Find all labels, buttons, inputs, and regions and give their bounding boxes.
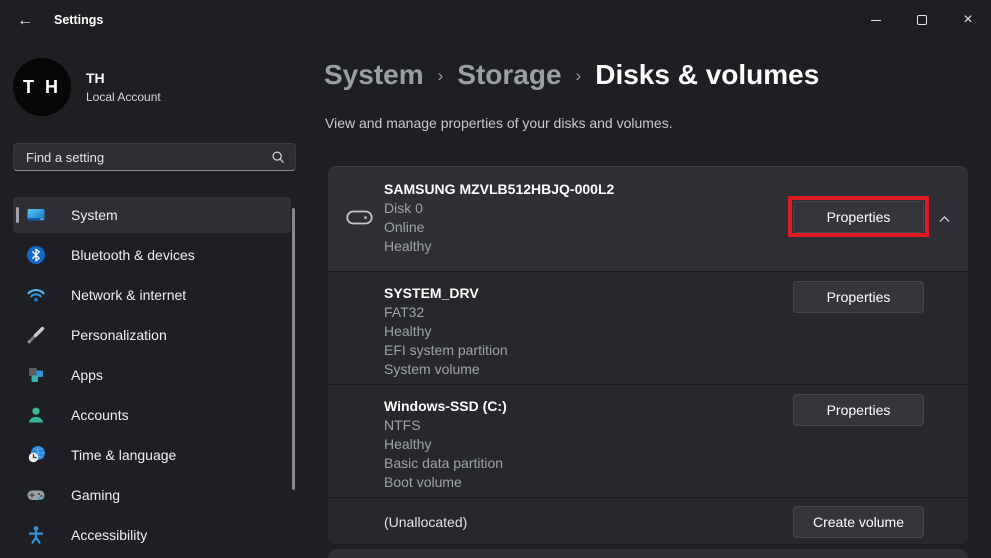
disk-line: Disk 0: [384, 199, 614, 218]
volume-row-unallocated: (Unallocated) Create volume: [328, 497, 968, 544]
maximize-button[interactable]: [899, 0, 945, 40]
sidebar-item-network-internet[interactable]: Network & internet: [13, 277, 291, 313]
page-description: View and manage properties of your disks…: [325, 115, 673, 131]
volume-info: Windows-SSD (C:) NTFS Healthy Basic data…: [384, 397, 507, 492]
breadcrumb-item-storage[interactable]: Storage: [457, 59, 561, 91]
account-name: TH: [86, 70, 161, 86]
volume-title: Windows-SSD (C:): [384, 397, 507, 416]
sidebar-item-apps[interactable]: Apps: [13, 357, 291, 393]
close-icon: ×: [963, 12, 972, 28]
account-type: Local Account: [86, 90, 161, 104]
sidebar-item-label: Gaming: [71, 487, 120, 503]
volume-row-windows-ssd: Windows-SSD (C:) NTFS Healthy Basic data…: [328, 384, 968, 497]
breadcrumb-item-system[interactable]: System: [324, 59, 424, 91]
volume-line: Boot volume: [384, 473, 507, 492]
sidebar-item-label: System: [71, 207, 118, 223]
accessibility-icon: [26, 525, 46, 545]
disk-title: SAMSUNG MZVLB512HBJQ-000L2: [384, 180, 614, 199]
apps-icon: [26, 365, 46, 385]
disk-properties-button[interactable]: Properties: [793, 201, 924, 233]
system-icon: [26, 205, 46, 225]
volume-line: Basic data partition: [384, 454, 507, 473]
window-title: Settings: [54, 0, 103, 40]
collapse-chevron-up-icon[interactable]: [934, 209, 954, 229]
sidebar-item-accounts[interactable]: Accounts: [13, 397, 291, 433]
account-profile[interactable]: T H TH Local Account: [13, 56, 303, 118]
avatar: T H: [13, 58, 71, 116]
disk-line: Online: [384, 218, 614, 237]
minimize-icon: [871, 20, 881, 21]
time-language-icon: [26, 445, 46, 465]
disk-line: Healthy: [384, 237, 614, 256]
volume-line: Healthy: [384, 322, 508, 341]
settings-window: ← Settings × T H TH Local Account System: [0, 0, 991, 558]
maximize-icon: [917, 15, 927, 25]
back-button[interactable]: ←: [8, 8, 42, 34]
personalization-icon: [26, 325, 46, 345]
next-disk-card-partial[interactable]: [328, 549, 968, 558]
sidebar-item-label: Bluetooth & devices: [71, 247, 195, 263]
sidebar-nav: System Bluetooth & devices Network & int…: [0, 197, 303, 557]
sidebar-item-label: Time & language: [71, 447, 176, 463]
volume-line: System volume: [384, 360, 508, 379]
disk-header-row[interactable]: SAMSUNG MZVLB512HBJQ-000L2 Disk 0 Online…: [328, 166, 968, 271]
chevron-right-icon: ›: [438, 66, 444, 86]
back-icon: ←: [17, 12, 33, 30]
search-icon: [271, 150, 285, 164]
window-controls: ×: [853, 0, 991, 40]
sidebar-item-label: Apps: [71, 367, 103, 383]
sidebar-item-bluetooth-devices[interactable]: Bluetooth & devices: [13, 237, 291, 273]
network-icon: [26, 285, 46, 305]
sidebar-item-time-language[interactable]: Time & language: [13, 437, 291, 473]
sidebar-item-label: Personalization: [71, 327, 167, 343]
disk-info: SAMSUNG MZVLB512HBJQ-000L2 Disk 0 Online…: [384, 180, 614, 256]
volume-row-system-drv: SYSTEM_DRV FAT32 Healthy EFI system part…: [328, 271, 968, 384]
bluetooth-icon: [26, 245, 46, 265]
sidebar-item-personalization[interactable]: Personalization: [13, 317, 291, 353]
unallocated-label: (Unallocated): [384, 498, 467, 545]
sidebar-item-accessibility[interactable]: Accessibility: [13, 517, 291, 553]
sidebar-item-label: Network & internet: [71, 287, 186, 303]
search-box[interactable]: [13, 143, 296, 171]
sidebar-scrollbar[interactable]: [292, 208, 295, 490]
volume-line: EFI system partition: [384, 341, 508, 360]
page-title: Disks & volumes: [595, 59, 819, 91]
search-input[interactable]: [14, 150, 271, 165]
create-volume-button[interactable]: Create volume: [793, 506, 924, 538]
volume-properties-button[interactable]: Properties: [793, 394, 924, 426]
selection-indicator: [16, 207, 19, 223]
chevron-right-icon: ›: [576, 66, 582, 86]
account-text: TH Local Account: [86, 70, 161, 104]
accounts-icon: [26, 405, 46, 425]
volume-line: NTFS: [384, 416, 507, 435]
gaming-icon: [26, 485, 46, 505]
disk-icon: [346, 206, 373, 234]
breadcrumb: System › Storage › Disks & volumes: [324, 59, 819, 91]
volume-line: Healthy: [384, 435, 507, 454]
volume-properties-button[interactable]: Properties: [793, 281, 924, 313]
sidebar-item-gaming[interactable]: Gaming: [13, 477, 291, 513]
disk-card: SAMSUNG MZVLB512HBJQ-000L2 Disk 0 Online…: [328, 166, 968, 544]
close-button[interactable]: ×: [945, 0, 991, 40]
titlebar: ← Settings ×: [0, 0, 991, 40]
sidebar-item-label: Accessibility: [71, 527, 147, 543]
sidebar-item-system[interactable]: System: [13, 197, 291, 233]
volume-line: FAT32: [384, 303, 508, 322]
minimize-button[interactable]: [853, 0, 899, 40]
volume-title: SYSTEM_DRV: [384, 284, 508, 303]
volume-info: SYSTEM_DRV FAT32 Healthy EFI system part…: [384, 284, 508, 379]
sidebar-item-label: Accounts: [71, 407, 129, 423]
